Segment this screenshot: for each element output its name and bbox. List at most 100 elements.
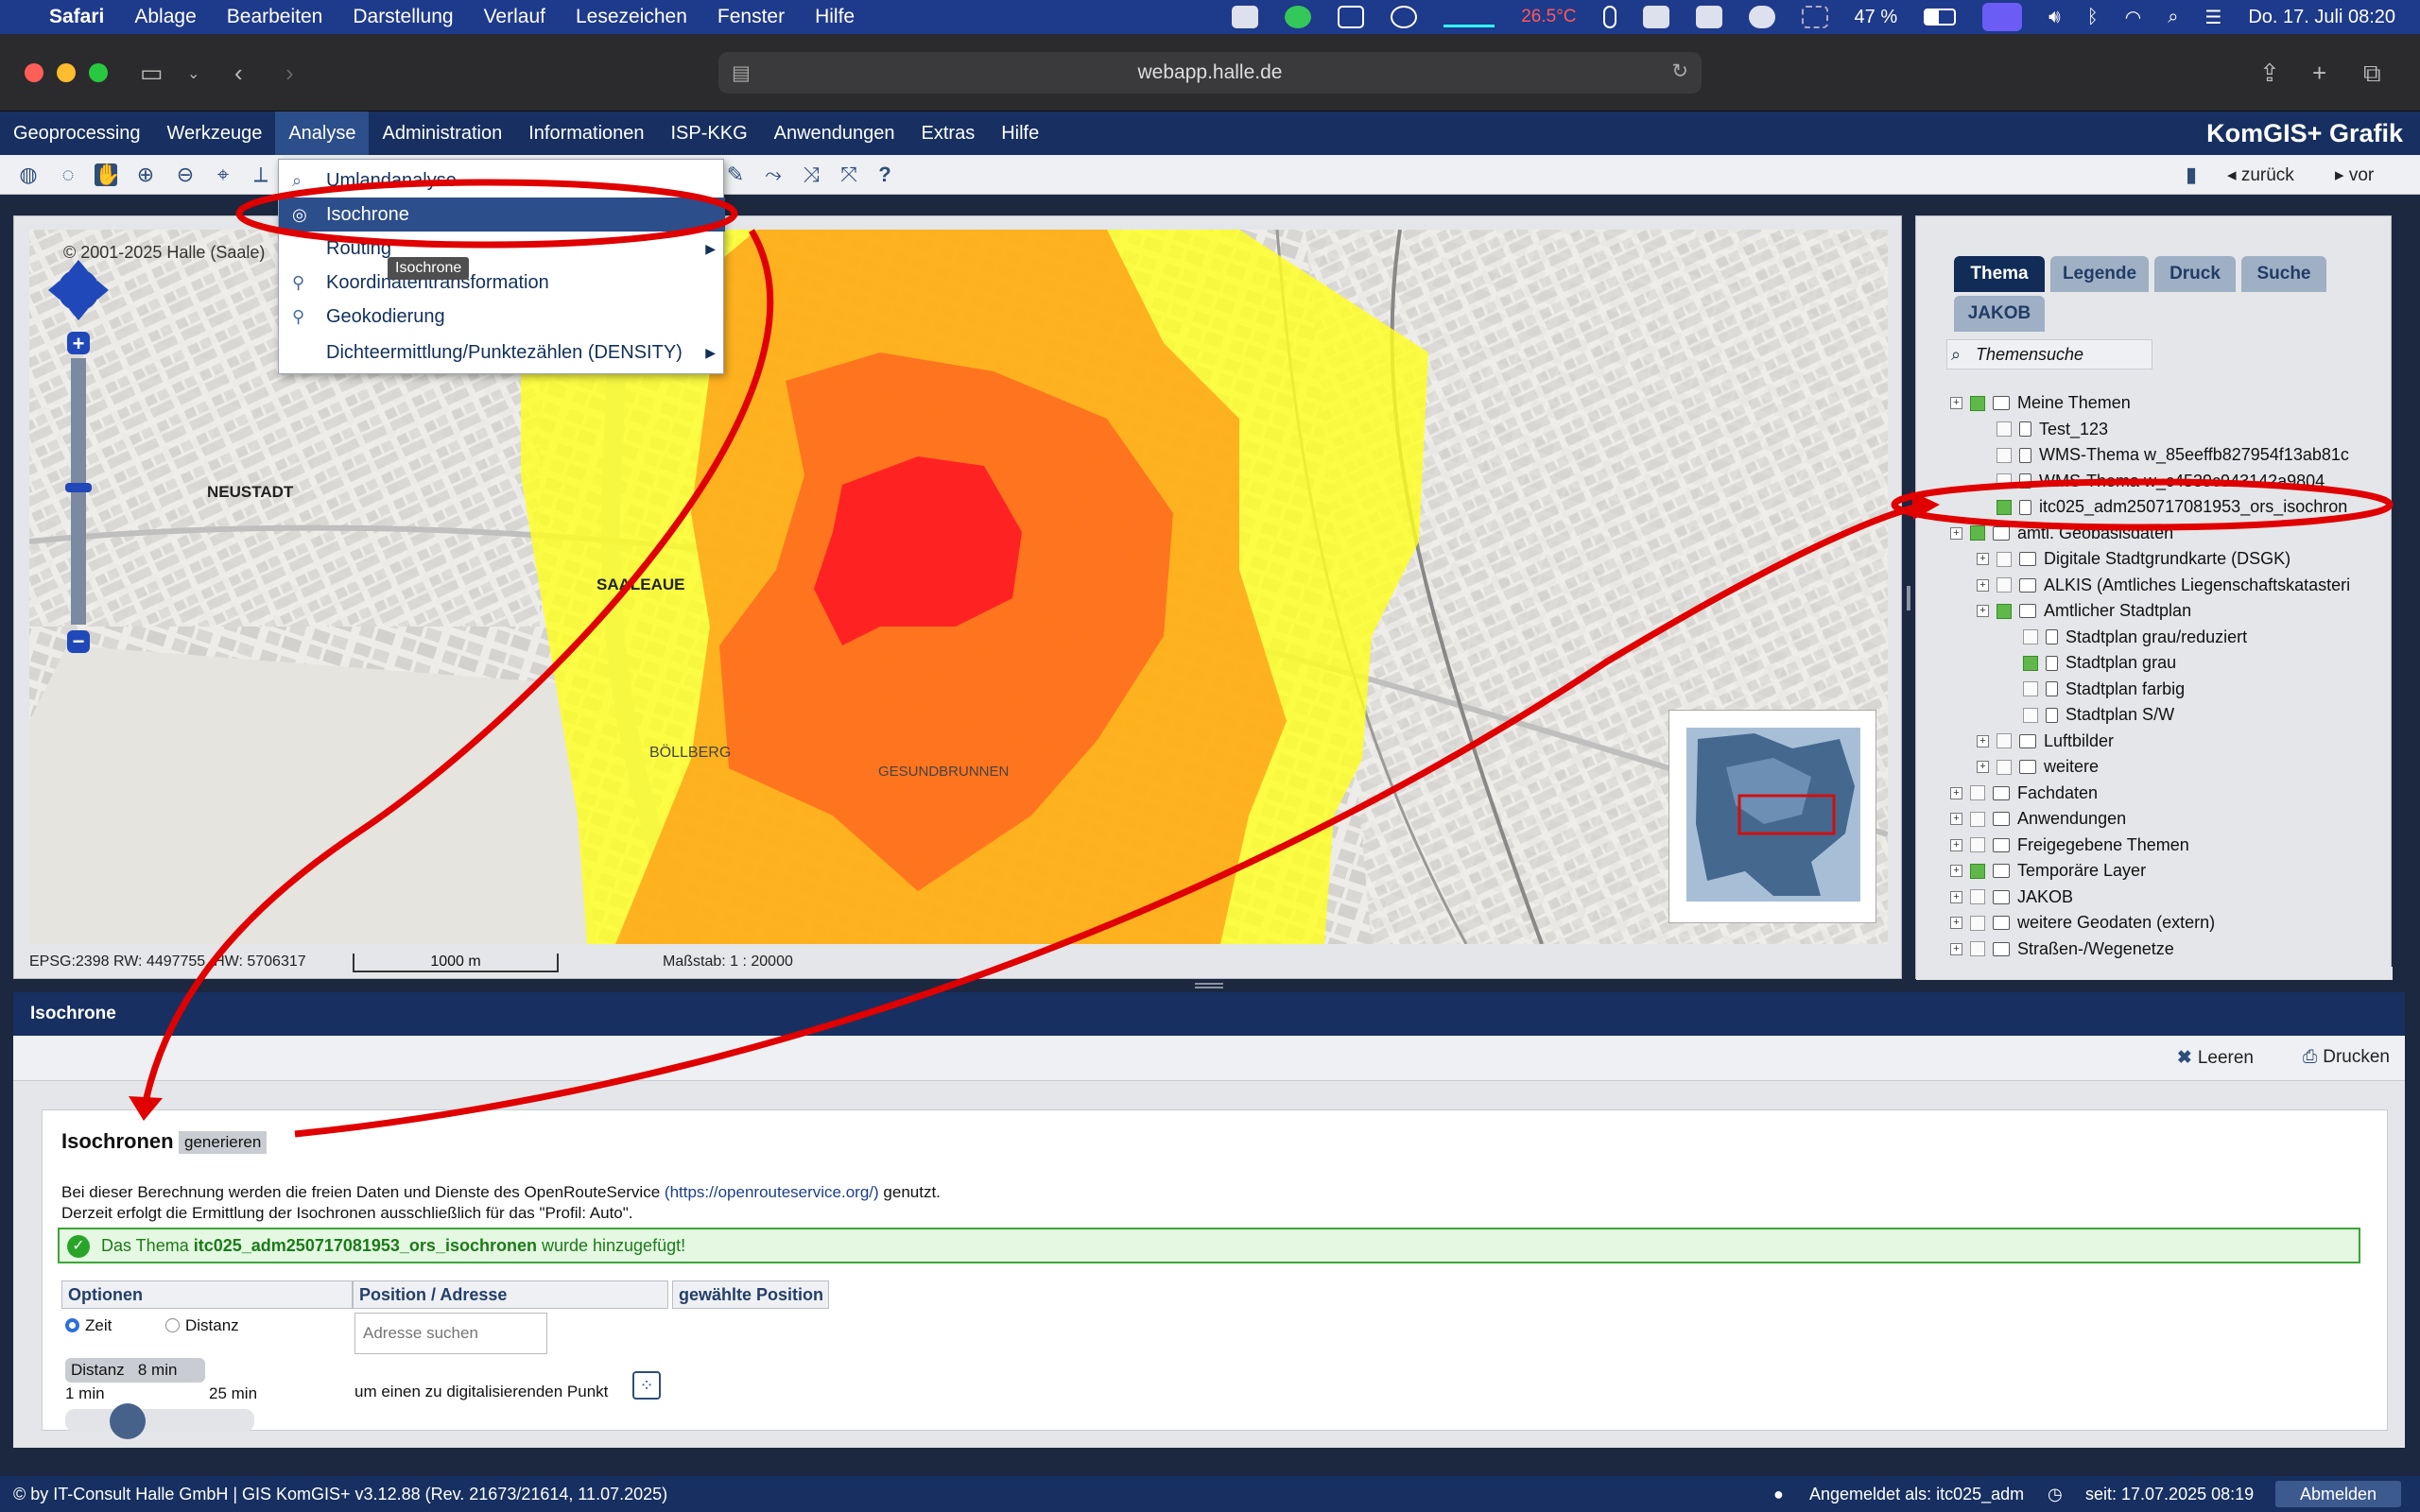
measure-icon[interactable]: ⟂: [250, 163, 272, 186]
crosshair-icon[interactable]: ⌖: [212, 163, 234, 186]
layer-checkbox[interactable]: [1970, 785, 1985, 800]
close-window-button[interactable]: [25, 63, 43, 82]
tree-node[interactable]: + JAKOB: [1950, 885, 2073, 910]
volume-icon[interactable]: 🔊︎: [2048, 7, 2061, 28]
tree-node[interactable]: + Straßen-/Wegenetze: [1950, 936, 2174, 962]
layer-checkbox[interactable]: [1970, 889, 1985, 904]
chevron-down-icon[interactable]: ⌄: [187, 64, 199, 83]
nav-forward-button[interactable]: ▸ vor: [2335, 164, 2374, 186]
nav-back-button[interactable]: ◂ zurück: [2227, 164, 2294, 186]
tree-node[interactable]: + ALKIS (Amtliches Liegenschaftskatasteri: [1977, 573, 2350, 598]
expand-toggle-icon[interactable]: +: [1950, 813, 1962, 825]
tree-node[interactable]: + Temporäre Layer: [1950, 858, 2146, 884]
menu-administration[interactable]: Administration: [369, 112, 515, 155]
tree-node[interactable]: + weitere: [1977, 754, 2099, 780]
tree-node[interactable]: + Digitale Stadtgrundkarte (DSGK): [1977, 546, 2290, 572]
layer-checkbox[interactable]: [1996, 577, 2012, 593]
layer-checkbox[interactable]: [1970, 941, 1985, 956]
zoom-handle[interactable]: [65, 483, 92, 492]
tree-node[interactable]: Stadtplan grau/reduziert: [2003, 625, 2247, 650]
draw-path-icon[interactable]: ⤳: [762, 163, 785, 186]
speech-bubble-icon[interactable]: ◌: [57, 163, 79, 186]
tree-node[interactable]: + Meine Themen: [1950, 390, 2131, 416]
tree-node[interactable]: WMS-Thema w_85eeffb827954f13ab81c: [1977, 442, 2349, 468]
tree-node[interactable]: + amtl. Geobasisdaten: [1950, 521, 2173, 546]
zoom-out-icon[interactable]: ⊖: [174, 163, 197, 186]
menu-app-name[interactable]: Safari: [49, 6, 104, 28]
menu-informationen[interactable]: Informationen: [515, 112, 657, 155]
menu-hilfe[interactable]: Hilfe: [815, 6, 855, 28]
layer-checkbox[interactable]: [1996, 473, 2012, 489]
tree-node[interactable]: Stadtplan S/W: [2003, 702, 2174, 728]
layer-checkbox[interactable]: [2023, 629, 2038, 644]
expand-toggle-icon[interactable]: +: [1950, 397, 1962, 409]
minimize-window-button[interactable]: [57, 63, 76, 82]
pan-hand-icon[interactable]: ✋: [95, 163, 120, 186]
datetime-label[interactable]: Do. 17. Juli 08:20: [2248, 7, 2395, 28]
expand-toggle-icon[interactable]: +: [1977, 605, 1989, 617]
expand-toggle-icon[interactable]: +: [1977, 553, 1989, 565]
zoom-window-button[interactable]: [89, 63, 108, 82]
layer-checkbox[interactable]: [2023, 707, 2038, 723]
tree-node[interactable]: Stadtplan grau: [2003, 650, 2176, 676]
expand-toggle-icon[interactable]: +: [1950, 917, 1962, 929]
paperclip-icon[interactable]: [1602, 6, 1616, 28]
menu-darstellung[interactable]: Darstellung: [353, 6, 453, 28]
radio-distanz-dot[interactable]: [165, 1318, 180, 1332]
menu-hilfe-app[interactable]: Hilfe: [988, 112, 1052, 155]
generieren-button[interactable]: generieren: [179, 1131, 268, 1154]
layer-checkbox[interactable]: [1996, 603, 2012, 619]
tree-node[interactable]: itc025_adm250717081953_ors_isochron: [1977, 494, 2347, 520]
menu-werkzeuge[interactable]: Werkzeuge: [154, 112, 276, 155]
window-icon[interactable]: [1801, 6, 1828, 28]
layer-checkbox[interactable]: [1970, 863, 1985, 879]
tree-node[interactable]: + weitere Geodaten (extern): [1950, 910, 2215, 936]
zoom-in-icon[interactable]: ⊕: [134, 163, 157, 186]
tree-node[interactable]: + Luftbilder: [1977, 729, 2114, 754]
layer-checkbox[interactable]: [1970, 811, 1985, 827]
tray-app-icon[interactable]: [1232, 6, 1259, 28]
layer-checkbox[interactable]: [1996, 759, 2012, 775]
expand-toggle-icon[interactable]: +: [1950, 890, 1962, 903]
layer-checkbox[interactable]: [1996, 733, 2012, 748]
tree-node[interactable]: + Anwendungen: [1950, 806, 2126, 832]
layer-checkbox[interactable]: [2023, 681, 2038, 696]
layer-checkbox[interactable]: [1996, 551, 2012, 567]
layer-checkbox[interactable]: [1996, 447, 2012, 463]
bookmark-icon[interactable]: ▮: [2180, 163, 2203, 186]
menu-ablage[interactable]: Ablage: [134, 6, 196, 28]
menu-verlauf[interactable]: Verlauf: [484, 6, 545, 28]
spotlight-search-icon[interactable]: ⌕: [2168, 7, 2178, 28]
menuitem-density[interactable]: Dichteermittlung/Punktezählen (DENSITY) ▶: [279, 335, 725, 369]
radio-zeit-dot[interactable]: [65, 1318, 79, 1332]
menu-anwendungen[interactable]: Anwendungen: [761, 112, 908, 155]
menu-analyse[interactable]: Analyse: [275, 112, 370, 155]
battery-label[interactable]: 47 %: [1855, 7, 1898, 28]
pan-control-icon[interactable]: [58, 269, 99, 311]
layer-checkbox[interactable]: [1970, 837, 1985, 852]
tab-overview-icon[interactable]: ⧉: [2363, 59, 2381, 89]
tree-node[interactable]: + Freigegebene Themen: [1950, 833, 2189, 858]
draw-polyline-icon[interactable]: ⤨: [800, 163, 822, 186]
expand-toggle-icon[interactable]: +: [1977, 761, 1989, 773]
panel-splitter-horizontal[interactable]: [1195, 983, 1223, 988]
tray-script-icon[interactable]: [1391, 6, 1418, 28]
help-icon[interactable]: ?: [873, 163, 896, 186]
expand-toggle-icon[interactable]: +: [1950, 526, 1962, 540]
tree-node[interactable]: Test_123: [1977, 417, 2108, 442]
page-settings-icon[interactable]: ▤: [732, 61, 751, 85]
menu-fenster[interactable]: Fenster: [717, 6, 785, 28]
address-bar[interactable]: ▤ webapp.halle.de ↻: [718, 52, 1702, 94]
tree-node[interactable]: + Amtlicher Stadtplan: [1977, 598, 2191, 624]
temperature-label[interactable]: 26.5°C: [1521, 7, 1576, 27]
tree-node[interactable]: + Fachdaten: [1950, 781, 2098, 806]
battery-icon[interactable]: [1924, 9, 1957, 26]
share-icon[interactable]: ⇪: [2259, 59, 2280, 88]
layer-checkbox[interactable]: [1996, 499, 2012, 515]
distance-slider[interactable]: [65, 1403, 254, 1439]
expand-toggle-icon[interactable]: +: [1950, 838, 1962, 851]
layer-checkbox[interactable]: [1996, 421, 2012, 437]
draw-polygon-icon[interactable]: ⤧: [838, 163, 860, 186]
radio-zeit[interactable]: Zeit: [65, 1316, 112, 1335]
radio-distanz[interactable]: Distanz: [165, 1316, 239, 1335]
